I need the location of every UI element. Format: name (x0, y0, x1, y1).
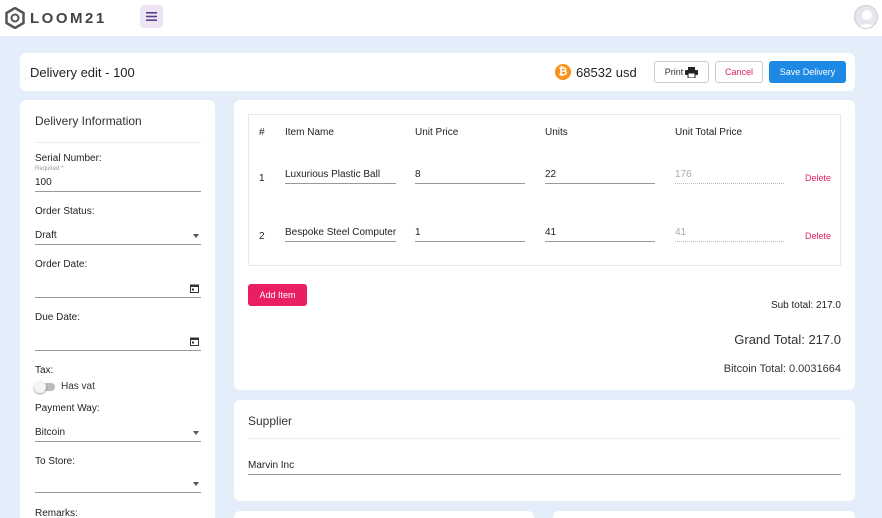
items-panel: # Item Name Unit Price Units Unit Total … (234, 100, 855, 390)
unit-price-input[interactable]: 1 (415, 227, 525, 242)
delivery-information-panel: Delivery Information Serial Number: Requ… (20, 100, 215, 518)
save-delivery-button[interactable]: Save Delivery (769, 61, 846, 83)
delete-item-link[interactable]: Delete (805, 231, 831, 241)
to-store-select[interactable] (35, 478, 201, 493)
supplier-input[interactable]: Marvin Inc (248, 460, 841, 475)
payment-way-value: Bitcoin (35, 427, 66, 438)
tax-label: Tax: (35, 365, 54, 376)
serial-number-hint: Required * (35, 166, 64, 172)
item-name-input[interactable]: Bespoke Steel Computer (285, 227, 396, 242)
units-input[interactable]: 41 (545, 227, 655, 242)
user-avatar-icon (858, 10, 876, 28)
column-header: Unit Price (415, 127, 459, 138)
toggle-knob (34, 380, 46, 393)
unit-price-input[interactable]: 8 (415, 169, 525, 184)
calendar-icon[interactable] (190, 337, 199, 346)
chevron-down-icon (193, 482, 199, 486)
unit-total-price: 176 (675, 169, 784, 184)
unit-total-price: 41 (675, 227, 784, 242)
order-date-label: Order Date: (35, 259, 88, 270)
serial-number-input[interactable]: 100 (35, 177, 201, 192)
sub-total: Sub total: 217.0 (770, 300, 841, 311)
toggle-track (34, 380, 55, 393)
bitcoin-total: Bitcoin Total: 0.0031664 (723, 363, 841, 375)
logo-icon (5, 7, 25, 29)
items-table: # Item Name Unit Price Units Unit Total … (248, 114, 841, 266)
chevron-down-icon (193, 234, 199, 238)
print-button-label: Print (664, 67, 684, 77)
item-name-input[interactable]: Luxurious Plastic Ball (285, 169, 396, 184)
row-index: 1 (259, 173, 265, 184)
has-vat-label: Has vat (61, 381, 95, 392)
divider (35, 142, 201, 143)
printer-icon (685, 66, 699, 78)
bitcoin-price-value: 68532 usd (576, 64, 637, 80)
supplier-title: Supplier (248, 414, 293, 428)
has-vat-toggle[interactable]: Has vat (34, 380, 95, 393)
add-item-button[interactable]: Add Item (248, 284, 307, 306)
supplier-panel: Supplier Marvin Inc (234, 400, 855, 501)
row-index: 2 (259, 231, 265, 242)
page-header: Delivery edit - 100 ₿ 68532 usd Print Ca… (20, 53, 855, 91)
payment-way-select[interactable]: Bitcoin (35, 427, 201, 442)
top-bar: LOOM21 (0, 0, 882, 36)
payment-way-label: Payment Way: (35, 403, 100, 414)
remarks-label: Remarks: (35, 508, 78, 518)
hamburger-menu-button[interactable] (140, 5, 163, 28)
bitcoin-icon: ₿ (555, 64, 571, 80)
serial-number-value: 100 (35, 177, 52, 188)
section-title: Delivery Information (35, 114, 142, 128)
order-status-value: Draft (35, 230, 57, 241)
column-header: Unit Total Price (675, 127, 743, 138)
divider (248, 438, 841, 439)
to-store-label: To Store: (35, 456, 76, 467)
page-title: Delivery edit - 100 (30, 65, 135, 80)
delete-item-link[interactable]: Delete (805, 173, 831, 183)
print-button[interactable]: Print (654, 61, 709, 83)
order-date-input[interactable] (35, 283, 201, 298)
due-date-label: Due Date: (35, 312, 81, 323)
column-header: # (259, 127, 265, 138)
lower-panel-right (553, 511, 855, 518)
column-header: Item Name (285, 127, 334, 138)
cancel-button[interactable]: Cancel (715, 61, 763, 83)
due-date-input[interactable] (35, 336, 201, 351)
menu-icon (146, 12, 157, 21)
order-status-label: Order Status: (35, 206, 95, 217)
bitcoin-price: ₿ 68532 usd (555, 64, 637, 80)
column-header: Units (545, 127, 568, 138)
user-avatar[interactable] (854, 5, 878, 29)
supplier-value: Marvin Inc (248, 460, 295, 471)
order-status-select[interactable]: Draft (35, 230, 201, 245)
units-input[interactable]: 22 (545, 169, 655, 184)
serial-number-label: Serial Number: (35, 153, 102, 164)
calendar-icon[interactable] (190, 284, 199, 293)
brand-name: LOOM21 (30, 9, 107, 27)
lower-panel-left (234, 511, 534, 518)
chevron-down-icon (193, 431, 199, 435)
grand-total: Grand Total: 217.0 (734, 332, 841, 347)
brand-logo[interactable]: LOOM21 (5, 7, 107, 29)
